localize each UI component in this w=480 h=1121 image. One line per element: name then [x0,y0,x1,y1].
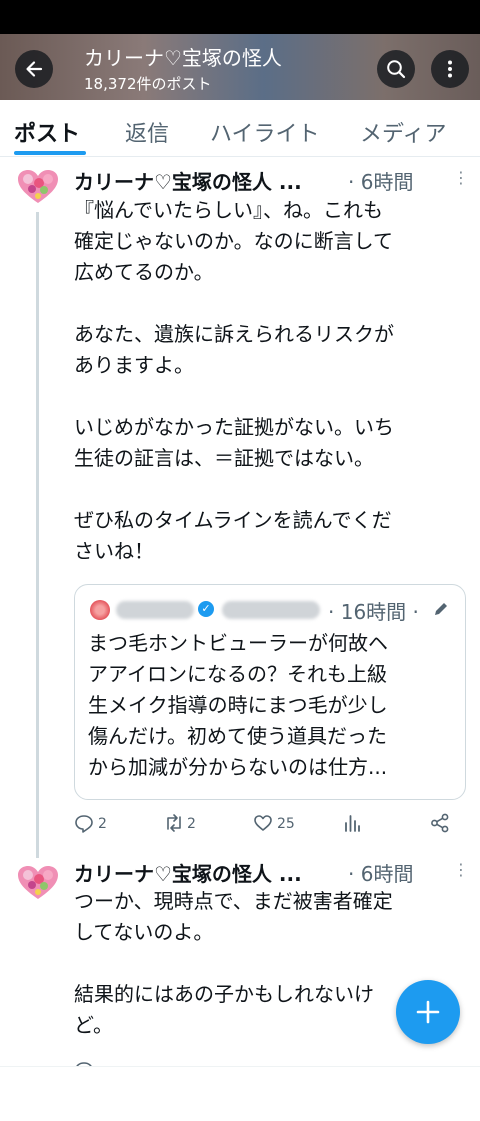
tab-replies[interactable]: 返信 [125,116,169,148]
quoted-time: · 16時間 · [328,600,419,624]
like-count: 25 [277,816,295,832]
post-time[interactable]: · 6時間 [348,858,413,887]
repost-count: 2 [187,816,196,832]
tab-media[interactable]: メディア [360,116,446,148]
avatar[interactable] [17,170,59,204]
profile-title: カリーナ♡宝塚の怪人 [84,46,282,70]
post-more-icon[interactable]: ⋮ [453,168,469,187]
more-vertical-icon [448,60,452,78]
pen-icon [435,603,447,615]
tab-posts[interactable]: ポスト [14,116,80,148]
like-icon [254,815,272,831]
post-author-name[interactable]: カリーナ♡宝塚の怪人 ... [74,166,302,195]
analytics-button[interactable] [342,813,362,835]
search-button[interactable] [377,50,415,88]
quoted-text: まつ毛ホントビューラーが何故ヘ アアイロンになるの？それも上級 生メイク指導の時… [88,631,388,779]
verified-icon: ✓ [198,601,214,617]
repost-button[interactable]: 2 [163,813,203,835]
analytics-icon [345,815,360,832]
avatar[interactable] [17,866,59,900]
status-bar [0,0,480,34]
post-text: 『悩んでいたらしい』、ね。これも 確定じゃないのか。なのに断言して 広めてるのか… [74,198,394,563]
active-tab-indicator [14,151,86,155]
compose-plus-icon [416,1000,440,1024]
compose-button[interactable] [396,980,460,1044]
reply-count: 2 [98,816,107,832]
more-button[interactable] [431,50,469,88]
like-button[interactable]: 25 [253,813,299,835]
share-button[interactable] [430,813,450,835]
reply-icon [75,815,93,833]
share-icon [431,813,449,833]
quoted-avatar [90,600,110,620]
repost-icon [167,814,181,832]
post-author-name[interactable]: カリーナ♡宝塚の怪人 ... [74,858,302,887]
back-button[interactable] [15,50,53,88]
back-arrow-icon [26,61,43,77]
post-count: 18,372件のポスト [84,75,212,93]
tab-highlights[interactable]: ハイライト [210,116,320,148]
quoted-author-name-blurred [116,601,194,619]
post-time[interactable]: · 6時間 [348,166,413,195]
quoted-handle-blurred [222,601,320,619]
bottom-navigation-bar [0,1066,480,1121]
reply-button[interactable]: 2 [74,813,114,835]
post-more-icon[interactable]: ⋮ [453,860,469,879]
thread-line [36,212,39,858]
search-icon [387,60,406,79]
